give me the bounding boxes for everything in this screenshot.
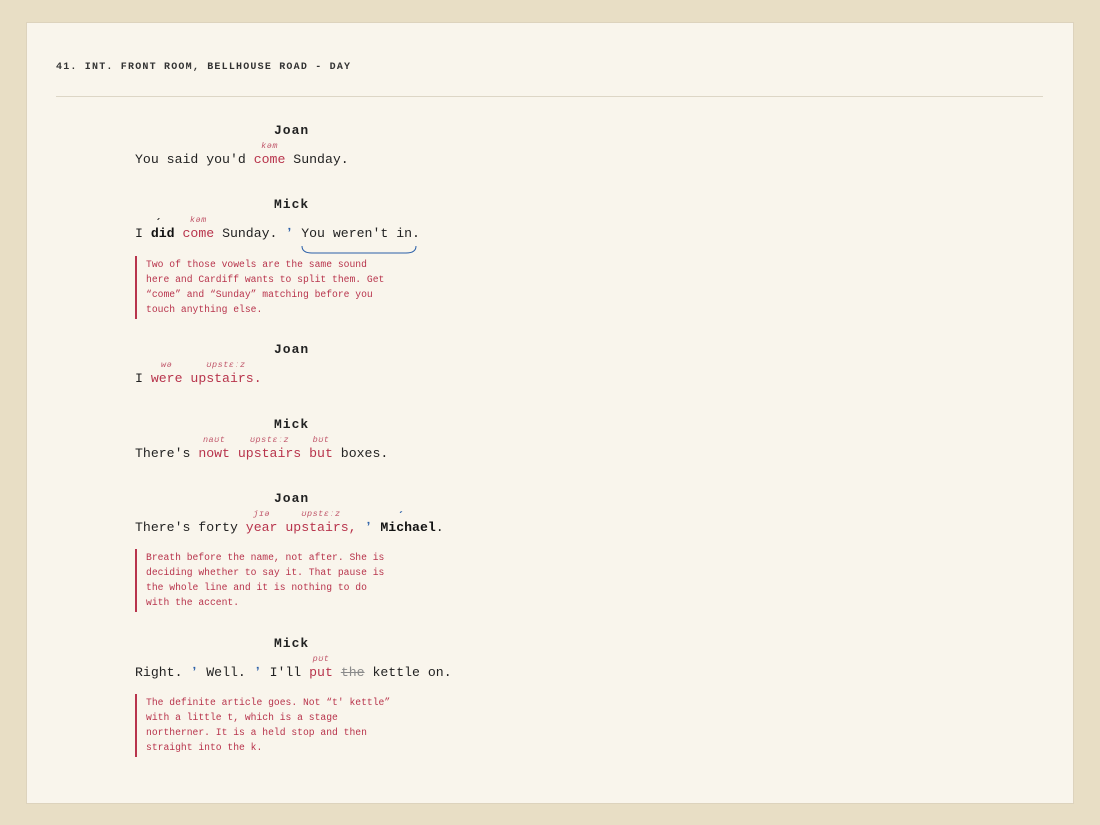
marked-word[interactable]: kəm come <box>183 215 215 241</box>
marked-word[interactable]: ʊpstɛːz upstairs. <box>190 360 261 386</box>
coaching-note: Breath before the name, not after. She i… <box>135 549 391 612</box>
dialogue-line: I wə were ʊpstɛːz upstairs. <box>135 360 262 386</box>
ipa-annotation: kəm <box>261 141 278 151</box>
ipa-annotation: ʊpstɛːz <box>301 509 341 519</box>
stress-mark: ˊ <box>154 217 163 231</box>
character-name: Mick <box>274 636 310 651</box>
pause-mark: ʼ <box>253 665 262 680</box>
ipa-annotation: naʊt <box>202 435 226 445</box>
stressed-word[interactable]: ˊ Michael <box>380 510 435 535</box>
coaching-note: Two of those vowels are the same sound h… <box>135 256 391 319</box>
marked-word[interactable]: wə were <box>151 360 183 386</box>
character-name: Mick <box>274 417 310 432</box>
marked-word[interactable]: bʊt but <box>309 435 333 461</box>
cut-word[interactable]: the <box>341 665 365 680</box>
scene-heading: 41. INT. FRONT ROOM, BELLHOUSE ROAD - DA… <box>56 62 352 73</box>
dialogue-line: You said you'd kəm come Sunday. <box>135 141 349 167</box>
ipa-annotation: kəm <box>189 215 207 225</box>
marked-word[interactable]: jɪə year <box>246 509 278 535</box>
marked-word[interactable]: ʊpstɛːz upstairs, <box>285 509 356 535</box>
heading-divider <box>56 96 1043 97</box>
marked-word[interactable]: naʊt nowt <box>198 435 230 461</box>
ipa-annotation: pʊt <box>312 654 330 664</box>
marked-word[interactable]: ʊpstɛːz upstairs <box>238 435 301 461</box>
dialogue-line: There's forty jɪə year ʊpstɛːz upstairs, ʼ… <box>135 509 444 535</box>
dialogue-line: There's naʊt nowt ʊpstɛːz upstairs bʊt but … <box>135 435 389 461</box>
coaching-note: The definite article goes. Not “t' kettl… <box>135 694 391 757</box>
dialogue-line: Right. ʼ Well. ʼ I'll pʊt put the kettle … <box>135 654 452 680</box>
character-name: Joan <box>274 491 310 506</box>
script-page: 41. INT. FRONT ROOM, BELLHOUSE ROAD - DA… <box>26 22 1074 804</box>
ipa-annotation: wə <box>161 360 173 370</box>
stressed-word[interactable]: ˊ did <box>151 217 175 241</box>
character-name: Joan <box>274 123 310 138</box>
marked-word[interactable]: kəm come <box>254 141 286 167</box>
character-name: Joan <box>274 342 310 357</box>
linking-arc <box>301 245 417 254</box>
character-name: Mick <box>274 197 310 212</box>
ipa-annotation: ʊpstɛːz <box>206 360 246 370</box>
stress-mark: ˊ <box>397 510 405 524</box>
ipa-annotation: ʊpstɛːz <box>249 435 290 445</box>
dialogue-line: I ˊ did kəm come Sunday. ʼ You weren't in. <box>135 215 420 241</box>
ipa-annotation: bʊt <box>312 435 330 445</box>
ipa-annotation: jɪə <box>253 509 271 519</box>
marked-word[interactable]: pʊt put <box>309 654 333 680</box>
